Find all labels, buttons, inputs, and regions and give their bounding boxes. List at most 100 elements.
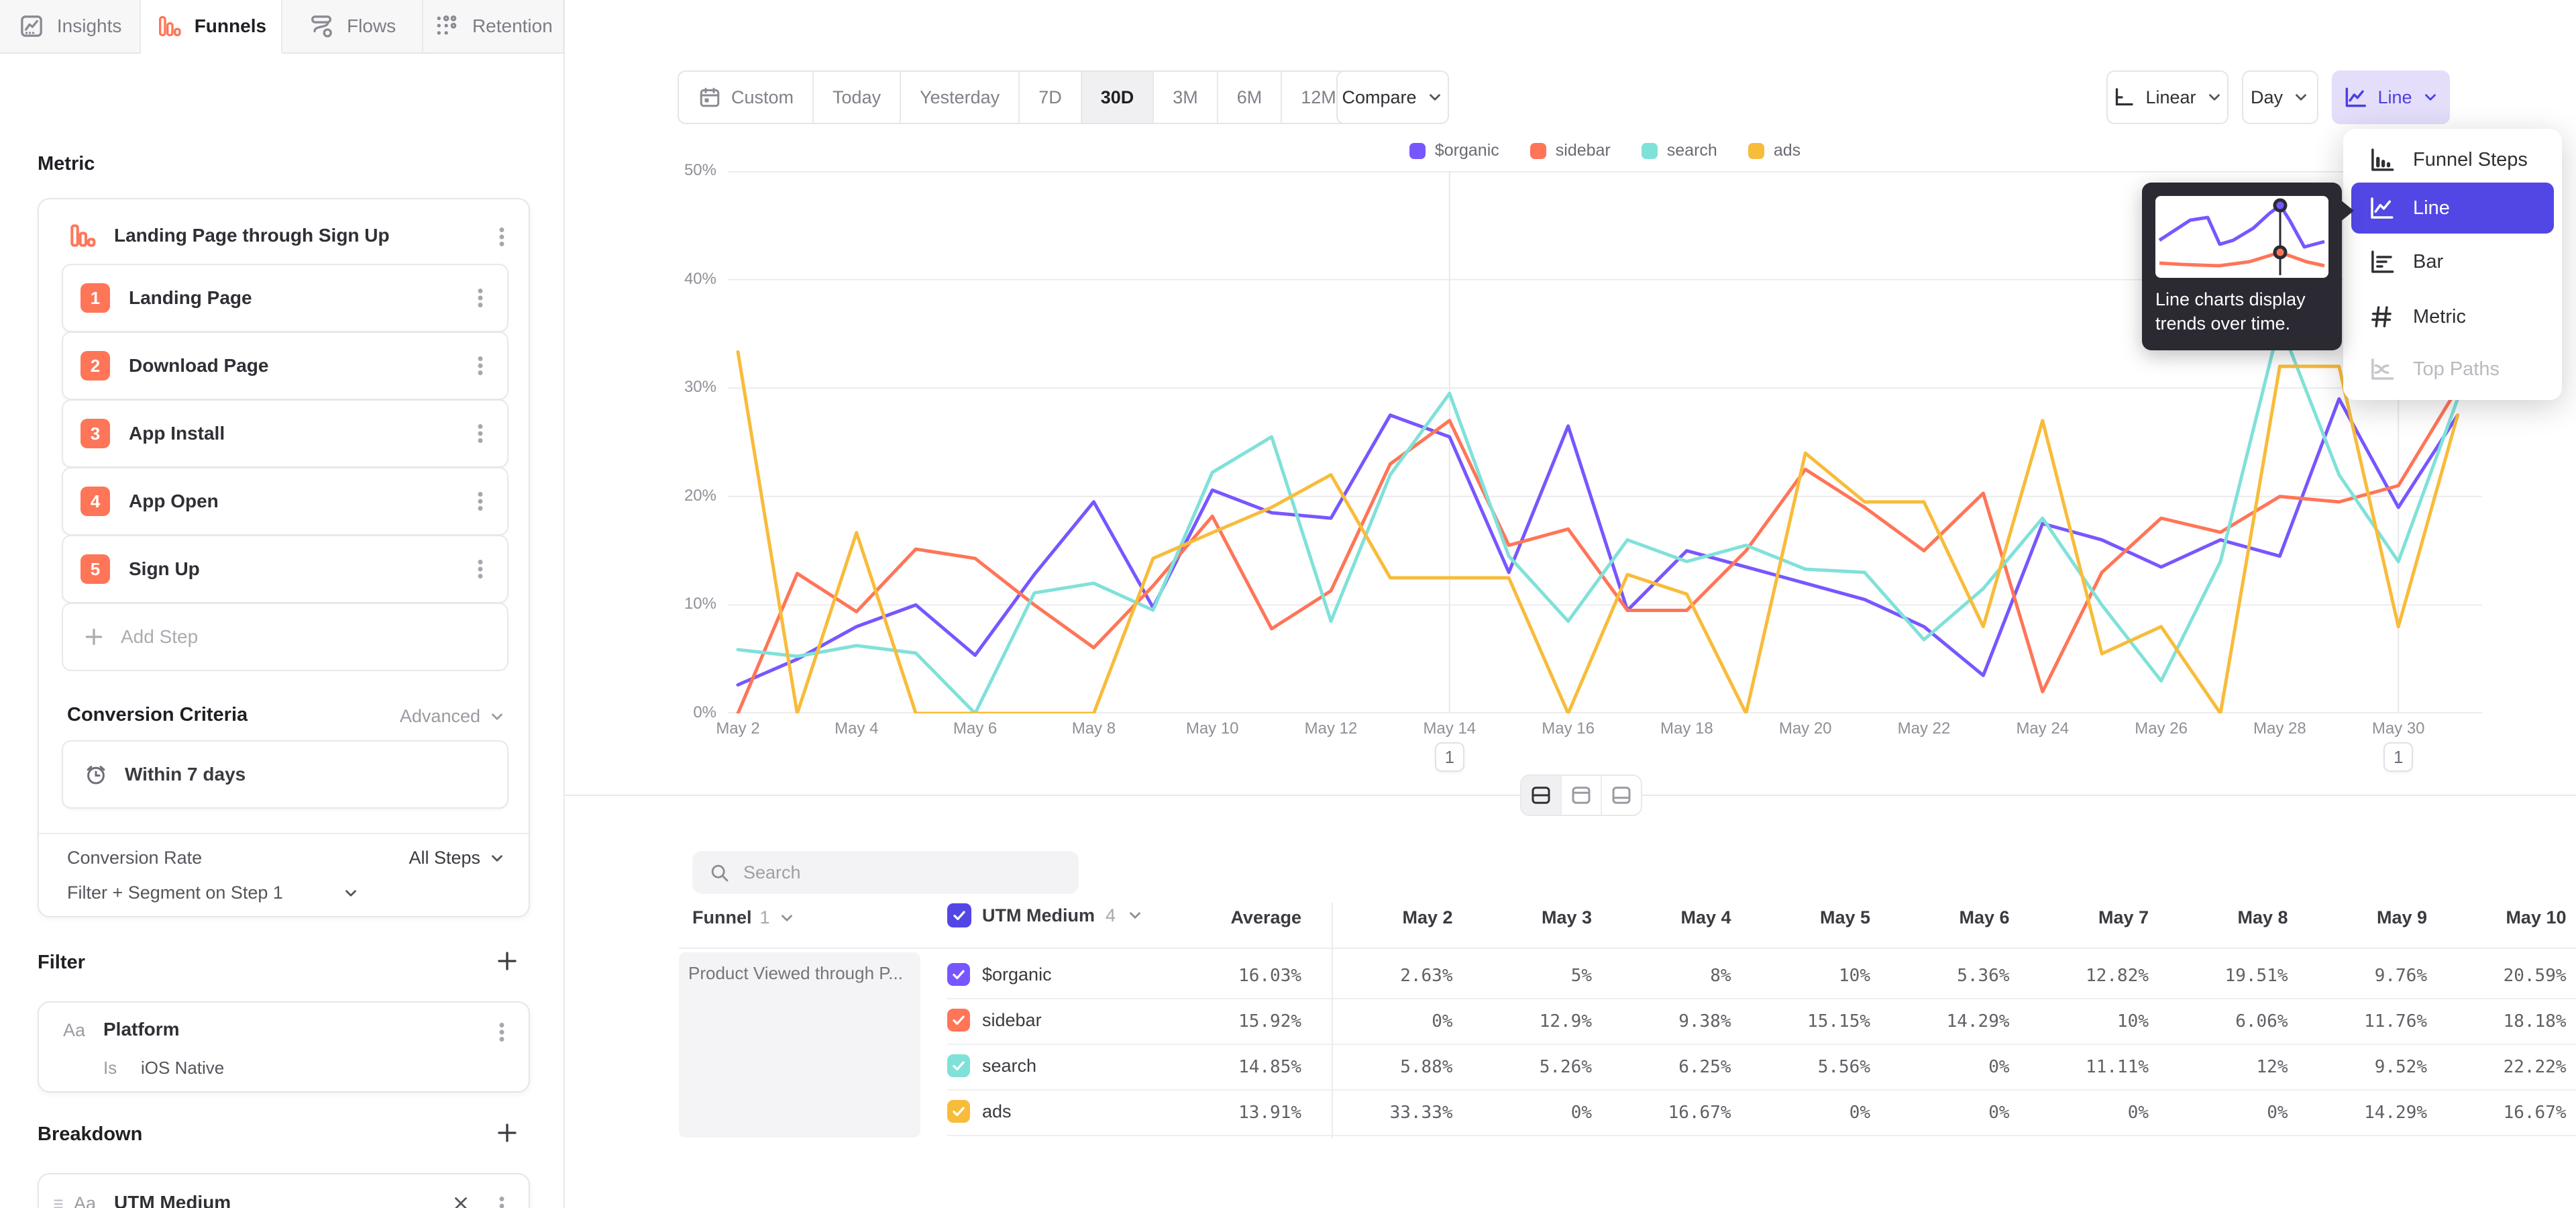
metric-kebab-icon[interactable] bbox=[490, 225, 514, 249]
cell-value: 11.11% bbox=[2010, 1057, 2149, 1077]
day-column-header[interactable]: May 4 bbox=[1592, 907, 1731, 928]
cell-value: 0% bbox=[1870, 1057, 2010, 1077]
table-search[interactable] bbox=[692, 851, 1079, 894]
cell-value: 0% bbox=[2010, 1103, 2149, 1123]
conversion-rate-dropdown[interactable]: All Steps bbox=[409, 848, 480, 868]
menu-item-funnel-steps[interactable]: Funnel Steps bbox=[2343, 137, 2562, 183]
day-column-header[interactable]: May 7 bbox=[2010, 907, 2149, 928]
metric-heading: Metric bbox=[38, 153, 95, 175]
tab-funnels[interactable]: Funnels bbox=[141, 0, 282, 54]
day-column-header[interactable]: May 2 bbox=[1313, 907, 1453, 928]
interval-button[interactable]: Day bbox=[2242, 70, 2318, 124]
series-checkbox[interactable] bbox=[947, 1100, 970, 1123]
layout-top-button[interactable] bbox=[1562, 776, 1602, 815]
series-name: $organic bbox=[982, 964, 1052, 985]
layout-split-icon bbox=[1529, 783, 1553, 807]
y-tick-label: 10% bbox=[643, 595, 716, 613]
legend-item[interactable]: $organic bbox=[1409, 141, 1499, 160]
flows-icon bbox=[308, 13, 335, 40]
compare-button[interactable]: Compare bbox=[1336, 70, 1449, 124]
conversion-criteria-heading: Conversion Criteria bbox=[67, 704, 248, 726]
x-tick-label: May 26 bbox=[2114, 719, 2208, 738]
day-column-header[interactable]: May 9 bbox=[2288, 907, 2428, 928]
layout-split-button[interactable] bbox=[1521, 776, 1562, 815]
tab-insights[interactable]: Insights bbox=[0, 0, 141, 54]
menu-item-metric[interactable]: Metric bbox=[2343, 294, 2562, 340]
average-value: 13.91% bbox=[1114, 1103, 1301, 1123]
legend-item[interactable]: sidebar bbox=[1530, 141, 1611, 160]
average-column-header[interactable]: Average bbox=[1114, 907, 1301, 928]
funnel-column-header[interactable]: Funnel1 bbox=[692, 907, 796, 928]
menu-item-line[interactable]: Line bbox=[2351, 183, 2554, 234]
day-column-header[interactable]: May 6 bbox=[1870, 907, 2010, 928]
funnel-step-4[interactable]: 4App Open bbox=[62, 467, 508, 536]
breakdown-card[interactable]: Aa UTM Medium bbox=[38, 1173, 530, 1208]
table-row-organic[interactable]: $organic16.03%2.63%5%8%10%5.36%12.82%19.… bbox=[0, 952, 2576, 998]
step-label: Landing Page bbox=[129, 287, 252, 309]
step-kebab-icon[interactable] bbox=[468, 489, 492, 513]
day-column-header[interactable]: May 8 bbox=[2149, 907, 2288, 928]
funnel-step-5[interactable]: 5Sign Up bbox=[62, 535, 508, 603]
advanced-dropdown[interactable]: Advanced bbox=[400, 706, 480, 727]
x-tick-label: May 20 bbox=[1758, 719, 1852, 738]
series-checkbox[interactable] bbox=[947, 963, 970, 986]
day-column-header[interactable]: May 10 bbox=[2427, 907, 2567, 928]
plus-icon bbox=[83, 626, 105, 648]
step-kebab-icon[interactable] bbox=[468, 354, 492, 378]
conversion-window-button[interactable]: Within 7 days bbox=[62, 740, 508, 809]
chart-type-button[interactable]: Line bbox=[2332, 70, 2450, 124]
range-yesterday[interactable]: Yesterday bbox=[901, 72, 1020, 123]
range-30d[interactable]: 30D bbox=[1082, 72, 1155, 123]
legend-label: ads bbox=[1774, 141, 1801, 160]
cell-value: 10% bbox=[2010, 1011, 2149, 1031]
funnel-step-3[interactable]: 3App Install bbox=[62, 399, 508, 468]
tab-flows[interactable]: Flows bbox=[282, 0, 423, 54]
table-row-sidebar[interactable]: sidebar15.92%0%12.9%9.38%15.15%14.29%10%… bbox=[0, 998, 2576, 1044]
annotation-badge[interactable]: 1 bbox=[2383, 742, 2413, 772]
drag-handle-icon[interactable] bbox=[50, 1195, 67, 1208]
series-checkbox[interactable] bbox=[947, 1054, 970, 1077]
step-kebab-icon[interactable] bbox=[468, 421, 492, 446]
funnel-step-2[interactable]: 2Download Page bbox=[62, 332, 508, 400]
cell-value: 9.52% bbox=[2288, 1057, 2428, 1077]
day-column-header[interactable]: May 3 bbox=[1453, 907, 1593, 928]
chevron-down-icon bbox=[488, 850, 506, 870]
menu-item-bar[interactable]: Bar bbox=[2343, 239, 2562, 285]
range-3m[interactable]: 3M bbox=[1154, 72, 1218, 123]
layout-bottom-button[interactable] bbox=[1602, 776, 1641, 815]
search-input[interactable] bbox=[742, 862, 1040, 884]
legend-item[interactable]: ads bbox=[1748, 141, 1801, 160]
layout-top-icon bbox=[1569, 783, 1593, 807]
add-step-label: Add Step bbox=[121, 626, 198, 648]
axis-scale-button[interactable]: Linear bbox=[2106, 70, 2229, 124]
range-7d[interactable]: 7D bbox=[1020, 72, 1082, 123]
step-kebab-icon[interactable] bbox=[468, 557, 492, 581]
cell-value: 6.25% bbox=[1592, 1057, 1731, 1077]
legend-item[interactable]: search bbox=[1642, 141, 1717, 160]
select-all-checkbox[interactable] bbox=[947, 903, 971, 927]
cell-value: 5% bbox=[1453, 966, 1593, 986]
series-checkbox[interactable] bbox=[947, 1009, 970, 1031]
annotation-badge[interactable]: 1 bbox=[1435, 742, 1464, 772]
menu-item-label: Top Paths bbox=[2413, 358, 2500, 381]
range-6m[interactable]: 6M bbox=[1218, 72, 1283, 123]
step-kebab-icon[interactable] bbox=[468, 286, 492, 310]
chevron-down-icon bbox=[778, 909, 796, 927]
day-column-header[interactable]: May 5 bbox=[1731, 907, 1871, 928]
chevron-down-icon bbox=[488, 708, 506, 729]
funnel-step-1[interactable]: 1Landing Page bbox=[62, 264, 508, 332]
funnel-count: 1 bbox=[760, 907, 770, 928]
remove-breakdown-icon[interactable] bbox=[451, 1193, 471, 1208]
tab-retention[interactable]: Retention bbox=[423, 0, 564, 54]
breakdown-kebab-icon[interactable] bbox=[490, 1194, 514, 1208]
y-tick-label: 40% bbox=[643, 270, 716, 289]
add-step-button[interactable]: Add Step bbox=[62, 603, 508, 671]
range-custom[interactable]: Custom bbox=[679, 72, 814, 123]
y-tick-label: 20% bbox=[643, 487, 716, 505]
table-row-search[interactable]: search14.85%5.88%5.26%6.25%5.56%0%11.11%… bbox=[0, 1044, 2576, 1089]
property-type-badge: Aa bbox=[74, 1193, 96, 1208]
metric-icon bbox=[2367, 303, 2396, 331]
filter-segment-dropdown[interactable]: Filter + Segment on Step 1 bbox=[67, 883, 283, 903]
range-today[interactable]: Today bbox=[814, 72, 901, 123]
table-row-ads[interactable]: ads13.91%33.33%0%16.67%0%0%0%0%14.29%16.… bbox=[0, 1089, 2576, 1135]
